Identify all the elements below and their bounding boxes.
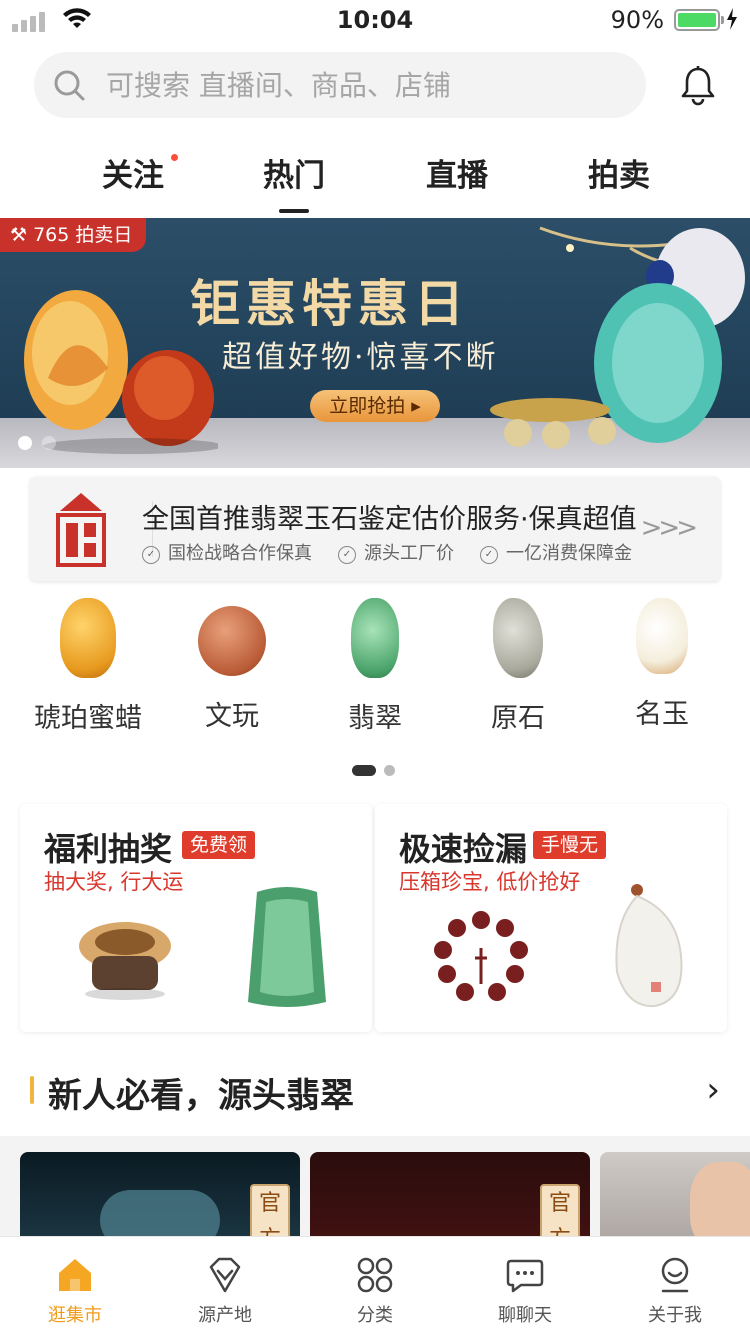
- tab-label: 直播: [426, 158, 488, 194]
- nav-label: 源产地: [198, 1305, 252, 1326]
- check-item: 一亿消费保障金: [480, 539, 632, 565]
- category-label: 文玩: [205, 701, 259, 732]
- promo-checks: 国检战略合作保真 源头工厂价 一亿消费保障金: [142, 539, 632, 565]
- charging-icon: [727, 8, 737, 30]
- banner-title: 钜惠特惠日: [190, 274, 470, 333]
- search-icon: [54, 70, 85, 101]
- search-input[interactable]: [106, 68, 626, 102]
- status-bar: 10:04 90%: [0, 0, 750, 40]
- nav-me[interactable]: 关于我: [600, 1237, 750, 1334]
- bell-icon[interactable]: [680, 66, 716, 106]
- rough-stone-icon: [493, 598, 543, 678]
- banner-jade-left: [24, 290, 218, 454]
- appraisal-promo-strip[interactable]: 全国首推翡翠玉石鉴定估价服务·保真超值 国检战略合作保真 源头工厂价 一亿消费保…: [30, 477, 720, 581]
- auction-day-tag: ⚒ 765 拍卖日: [0, 218, 147, 252]
- nav-market[interactable]: 逛集市: [0, 1237, 150, 1334]
- nav-label: 聊聊天: [498, 1305, 552, 1326]
- nav-label: 分类: [357, 1305, 393, 1326]
- product-image: [440, 1152, 520, 1232]
- banner-jade-right: [490, 226, 745, 449]
- home-icon: [59, 1259, 91, 1291]
- banner-cta-button[interactable]: 立即抢拍 ▸: [310, 390, 440, 422]
- profile-icon: [661, 1257, 689, 1293]
- nav-label: 关于我: [648, 1305, 702, 1326]
- search-bar[interactable]: [34, 52, 646, 118]
- tab-label: 关注: [102, 158, 164, 194]
- brand-logo-icon: [56, 493, 106, 567]
- category-pager: [352, 765, 395, 776]
- amber-icon: [60, 598, 116, 678]
- nav-chat[interactable]: 聊聊天: [450, 1237, 600, 1334]
- promo-headline: 全国首推翡翠玉石鉴定估价服务·保真超值: [142, 504, 637, 535]
- tab-follow[interactable]: 关注: [78, 150, 188, 195]
- category-label: 原石: [491, 703, 545, 734]
- card-title: 极速捡漏: [399, 830, 528, 868]
- section-title: 新人必看，源头翡翠: [48, 1076, 354, 1116]
- gem-icon: [209, 1257, 241, 1293]
- chevron-right-icon[interactable]: ›: [706, 1070, 720, 1110]
- top-tabs: 关注 热门 直播 拍卖: [0, 150, 750, 213]
- prayer-beads-image: [79, 922, 171, 1000]
- tab-hot[interactable]: 热门: [239, 150, 349, 213]
- bargain-card[interactable]: 极速捡漏 手慢无 压箱珍宝, 低价抢好: [375, 804, 727, 1032]
- card-subtitle: 抽大奖, 行大运: [44, 870, 184, 894]
- lucky-draw-card[interactable]: 福利抽奖 免费领 抽大奖, 行大运: [20, 804, 372, 1032]
- auction-tag-label: 765 拍卖日: [33, 224, 133, 246]
- category-row: 琥珀蜜蜡 文玩 翡翠 原石 名玉: [0, 598, 750, 748]
- card-subtitle: 压箱珍宝, 低价抢好: [399, 870, 581, 894]
- gavel-icon: ⚒: [10, 224, 28, 246]
- white-jade-pendant-image: [615, 884, 683, 1008]
- category-label: 名玉: [635, 699, 689, 730]
- card-badge: 免费领: [182, 831, 256, 859]
- section-accent-bar: [30, 1076, 34, 1104]
- category-rough-stone[interactable]: 原石: [448, 598, 588, 735]
- nav-origin[interactable]: 源产地: [150, 1237, 300, 1334]
- bottom-nav: 逛集市 源产地 分类 聊聊天 关于我: [0, 1236, 750, 1334]
- category-label: 翡翠: [348, 703, 402, 734]
- tab-live[interactable]: 直播: [402, 150, 512, 195]
- nav-label: 逛集市: [48, 1305, 102, 1326]
- grid-icon: [357, 1257, 393, 1293]
- bracelet-image: [434, 911, 528, 1001]
- battery-percent: 90%: [610, 6, 664, 34]
- category-amber[interactable]: 琥珀蜜蜡: [18, 598, 158, 735]
- nav-category[interactable]: 分类: [300, 1237, 450, 1334]
- card-title: 福利抽奖: [44, 830, 173, 868]
- promo-banner[interactable]: ⚒ 765 拍卖日 钜惠特惠日 超值好物·惊喜不断 立即抢拍 ▸: [0, 218, 750, 468]
- notification-dot: [171, 154, 178, 161]
- section-header[interactable]: 新人必看，源头翡翠 ›: [30, 1068, 730, 1116]
- banner-subtitle: 超值好物·惊喜不断: [222, 340, 499, 375]
- banner-pager: [18, 436, 56, 450]
- category-jadeite[interactable]: 翡翠: [305, 598, 445, 735]
- category-collectibles[interactable]: 文玩: [162, 598, 302, 733]
- battery-icon: [674, 9, 724, 31]
- tab-label: 拍卖: [588, 158, 650, 194]
- tab-label: 热门: [263, 158, 325, 194]
- jadeite-icon: [351, 598, 399, 678]
- check-item: 源头工厂价: [338, 539, 454, 565]
- jade-pendant-image: [248, 887, 326, 1007]
- chat-icon: [506, 1259, 544, 1293]
- check-item: 国检战略合作保真: [142, 539, 312, 565]
- walnut-icon: [198, 606, 266, 676]
- white-jade-icon: [636, 598, 688, 674]
- category-label: 琥珀蜜蜡: [34, 703, 142, 734]
- tab-auction[interactable]: 拍卖: [564, 150, 674, 195]
- triple-chevron-icon[interactable]: >>>: [641, 513, 698, 543]
- category-famous-jade[interactable]: 名玉: [592, 598, 732, 731]
- card-badge: 手慢无: [533, 831, 607, 859]
